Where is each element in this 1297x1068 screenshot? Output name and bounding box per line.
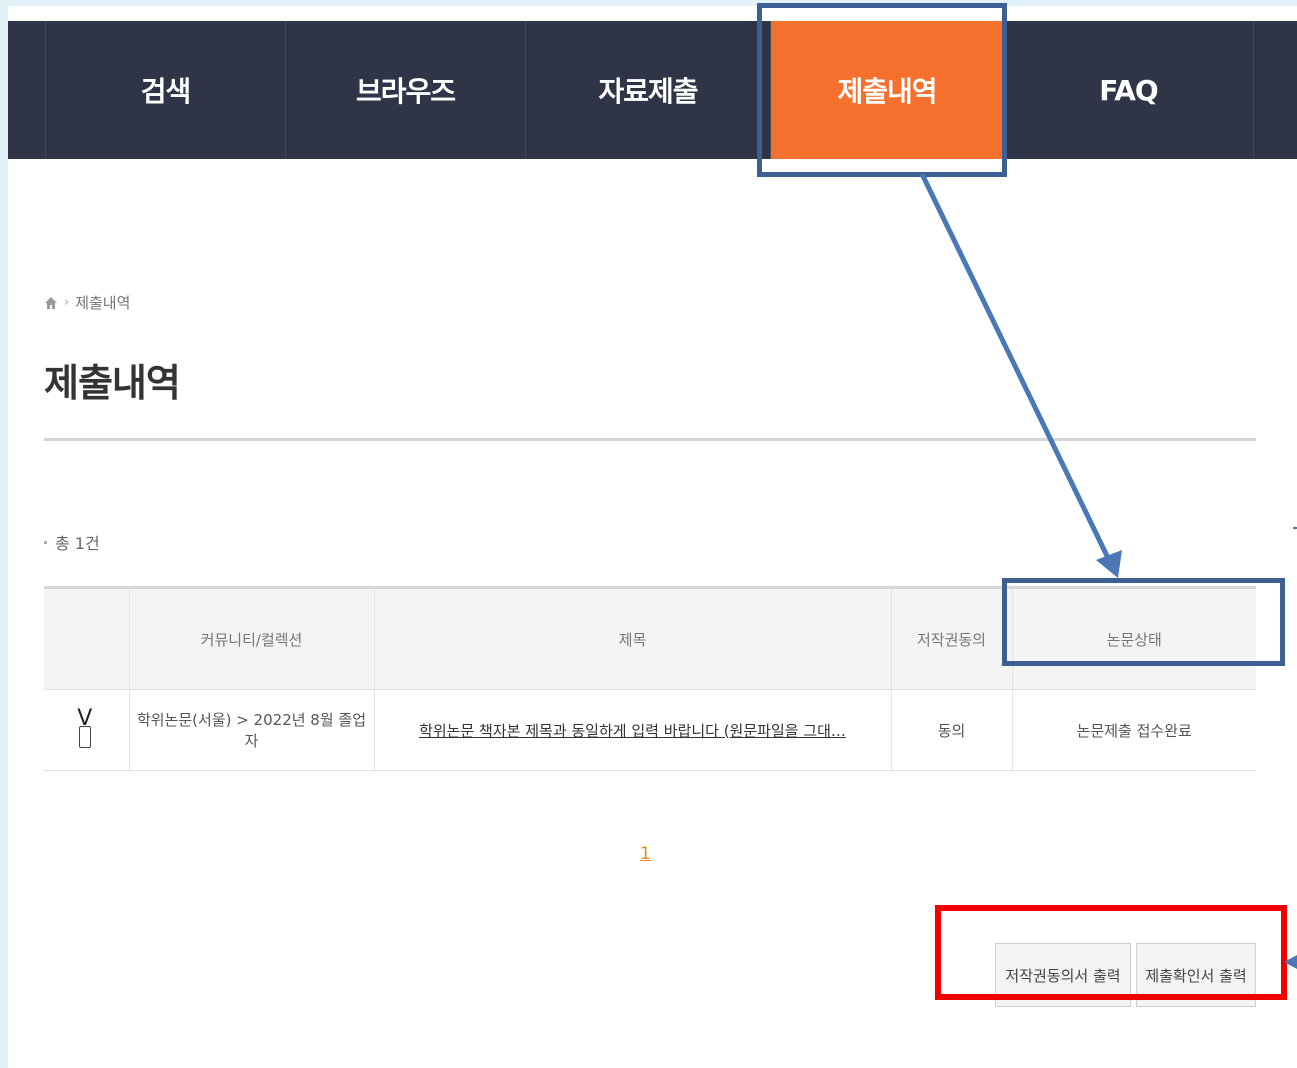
cell-copyright: 동의 xyxy=(890,689,1012,771)
nav-item-faq[interactable]: FAQ xyxy=(1004,21,1254,159)
page-number-1[interactable]: 1 xyxy=(640,844,651,864)
nav-item-submit[interactable]: 자료제출 xyxy=(526,21,771,159)
header-title: 제목 xyxy=(373,586,891,690)
title-divider xyxy=(44,438,1256,441)
main-nav: 검색 브라우즈 자료제출 제출내역 FAQ xyxy=(8,21,1297,159)
table-row: V 학위논문(서울) > 2022년 8월 졸업자 학위논문 책자본 제목과 동… xyxy=(44,689,1256,771)
nav-spacer xyxy=(8,21,46,159)
home-icon[interactable] xyxy=(44,296,58,310)
row-checkbox[interactable] xyxy=(79,726,92,748)
cell-collection: 학위논문(서울) > 2022년 8월 졸업자 xyxy=(128,689,374,771)
breadcrumb: › 제출내역 xyxy=(44,292,130,313)
submission-title-link[interactable]: 학위논문 책자본 제목과 동일하게 입력 바랍니다 (원문파일을 그대… xyxy=(419,722,846,740)
annotation-box-status xyxy=(1002,578,1285,666)
breadcrumb-current: 제출내역 xyxy=(75,294,131,312)
bullet-icon xyxy=(44,540,47,544)
nav-item-search[interactable]: 검색 xyxy=(46,21,286,159)
nav-trailing xyxy=(1254,21,1297,159)
header-select xyxy=(44,586,129,690)
cell-title: 학위논문 책자본 제목과 동일하게 입력 바랍니다 (원문파일을 그대… xyxy=(373,689,891,771)
page-title: 제출내역 xyxy=(44,361,181,405)
cell-select: V xyxy=(44,689,129,771)
row-select: V xyxy=(76,706,96,750)
cell-status: 논문제출 접수완료 xyxy=(1011,689,1256,771)
annotation-box-nav xyxy=(757,3,1007,177)
nav-item-browse[interactable]: 브라우즈 xyxy=(286,21,526,159)
header-collection: 커뮤니티/컬렉션 xyxy=(128,586,374,690)
result-count-text: 총 1건 xyxy=(55,534,100,553)
annotation-box-buttons xyxy=(935,905,1287,1000)
result-count: 총 1건 xyxy=(44,530,100,554)
breadcrumb-separator: › xyxy=(64,295,70,310)
header-copyright: 저작권동의 xyxy=(890,586,1012,690)
